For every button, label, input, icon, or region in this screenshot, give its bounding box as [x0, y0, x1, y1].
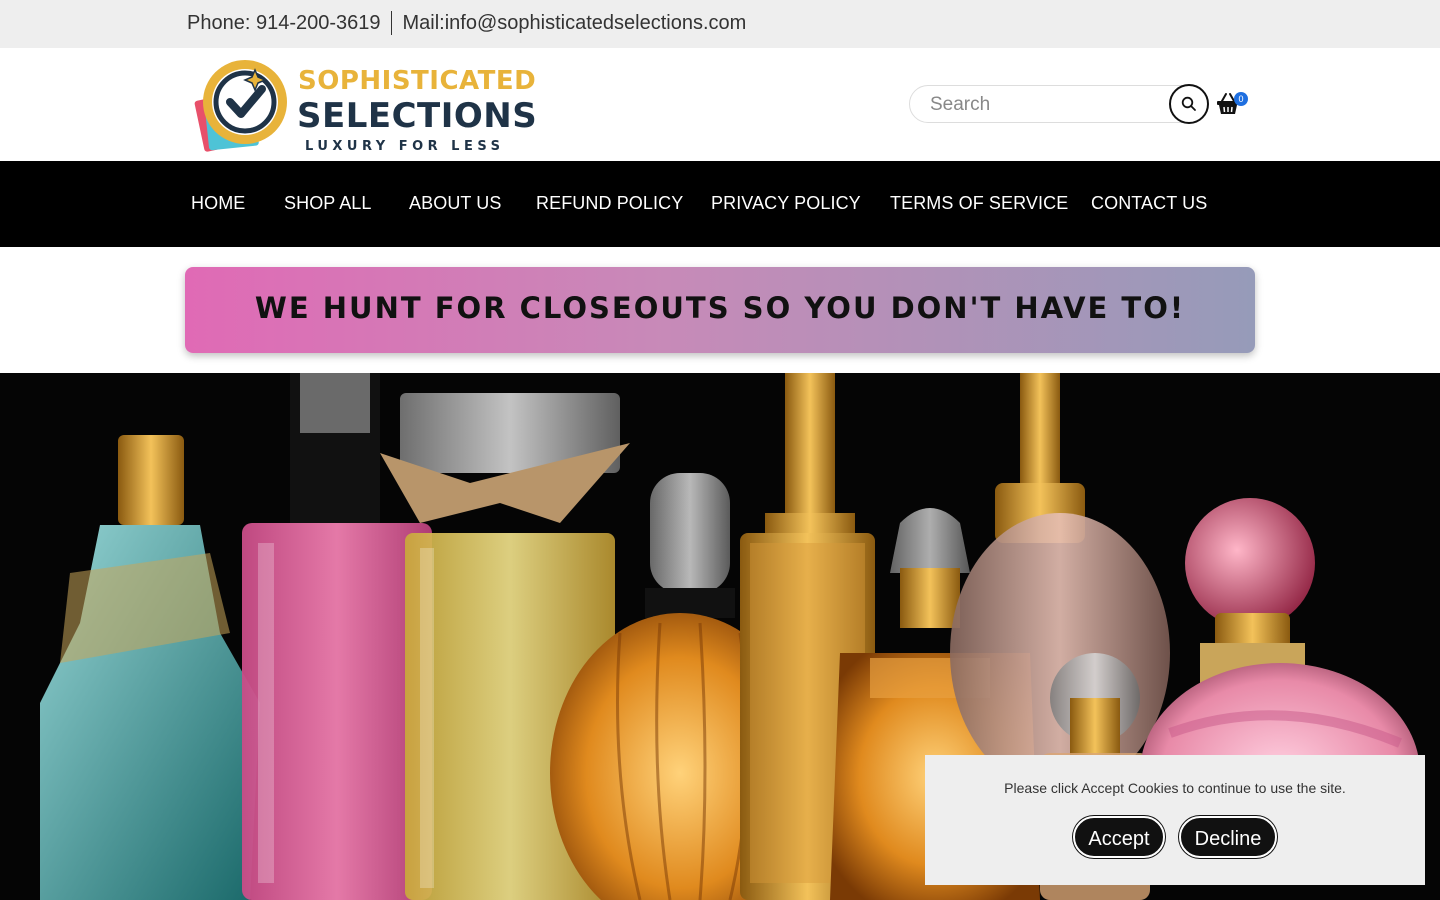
nav-item-terms-of-service[interactable]: TERMS OF SERVICE: [890, 193, 1068, 214]
nav-item-refund-policy[interactable]: REFUND POLICY: [536, 193, 683, 214]
mail-text[interactable]: Mail:info@sophisticatedselections.com: [403, 12, 747, 35]
promo-banner-text: WE HUNT FOR CLOSEOUTS SO YOU DON'T HAVE …: [254, 291, 1186, 325]
phone-text[interactable]: Phone: 914-200-3619: [187, 12, 381, 35]
nav-item-shop-all[interactable]: SHOP ALL: [284, 193, 372, 214]
nav-item-contact-us[interactable]: CONTACT US: [1091, 193, 1207, 214]
nav-item-privacy-policy[interactable]: PRIVACY POLICY: [711, 193, 861, 214]
contact-info: Phone: 914-200-3619 Mail:info@sophistica…: [187, 11, 746, 35]
cart-count-badge: 0: [1234, 92, 1248, 106]
top-contact-bar: Phone: 914-200-3619 Mail:info@sophistica…: [0, 0, 1440, 48]
logo-checkmark-icon: [194, 60, 287, 152]
contact-divider: [390, 11, 392, 35]
logo-tagline: LUXURY FOR LESS: [305, 139, 505, 154]
search-box: [909, 85, 1209, 123]
nav-item-about-us[interactable]: ABOUT US: [409, 193, 502, 214]
search-button[interactable]: [1169, 84, 1209, 124]
nav-item-home[interactable]: HOME: [191, 193, 245, 214]
accept-cookies-button[interactable]: Accept: [1073, 816, 1165, 858]
search-input[interactable]: [930, 92, 1160, 118]
search-icon: [1181, 96, 1196, 111]
site-logo[interactable]: SOPHISTICATED SELECTIONS LUXURY FOR LESS: [193, 56, 537, 154]
cookie-message: Please click Accept Cookies to continue …: [1004, 780, 1346, 796]
main-nav: HOME SHOP ALL ABOUT US REFUND POLICY PRI…: [0, 161, 1440, 247]
logo-line2: SELECTIONS: [297, 96, 538, 136]
logo-line1: SOPHISTICATED: [298, 66, 537, 96]
cookie-consent-panel: Please click Accept Cookies to continue …: [925, 755, 1425, 885]
decline-cookies-button[interactable]: Decline: [1179, 816, 1277, 858]
promo-banner: WE HUNT FOR CLOSEOUTS SO YOU DON'T HAVE …: [185, 267, 1255, 353]
site-header: SOPHISTICATED SELECTIONS LUXURY FOR LESS…: [0, 48, 1440, 161]
